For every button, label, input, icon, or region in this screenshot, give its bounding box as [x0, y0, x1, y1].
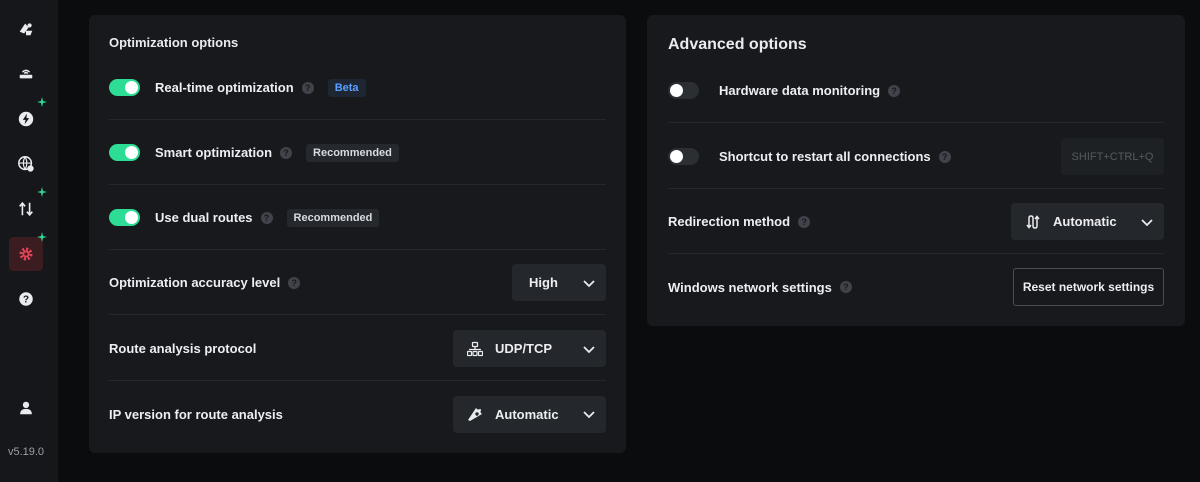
- hardware-monitoring-row: Hardware data monitoring ?: [668, 59, 1164, 123]
- swap-icon: [1026, 214, 1040, 229]
- user-icon: [20, 401, 32, 415]
- sidebar: ? v5.19.0: [0, 0, 58, 482]
- sidebar-item-help[interactable]: ?: [9, 282, 43, 316]
- smart-optimization-label: Smart optimization: [155, 145, 273, 160]
- recommended-badge: Recommended: [286, 208, 380, 227]
- optimization-options-panel: Optimization options Real-time optimizat…: [89, 15, 626, 453]
- chevron-down-icon: [1141, 218, 1153, 226]
- gear-icon: [19, 247, 33, 261]
- panel-title: Advanced options: [668, 36, 807, 53]
- help-icon[interactable]: ?: [301, 81, 314, 94]
- smart-optimization-row: Smart optimization ? Recommended: [109, 121, 606, 185]
- new-badge-icon: [37, 97, 47, 107]
- help-icon[interactable]: ?: [280, 146, 293, 159]
- dual-routes-row: Use dual routes ? Recommended: [109, 186, 606, 250]
- ip-version-label: IP version for route analysis: [109, 406, 283, 422]
- help-icon: ?: [19, 292, 33, 306]
- transfer-icon: [19, 201, 33, 217]
- sidebar-item-network[interactable]: [9, 147, 43, 181]
- dual-routes-label: Use dual routes: [155, 210, 253, 225]
- route-protocol-row: Route analysis protocol UDP/TCP: [109, 317, 606, 381]
- shortcut-keys-input[interactable]: SHIFT+CTRL+Q: [1061, 138, 1164, 175]
- redirection-method-value: Automatic: [1053, 214, 1117, 229]
- beta-badge: Beta: [327, 78, 366, 97]
- sidebar-item-transfer[interactable]: [9, 192, 43, 226]
- realtime-optimization-toggle[interactable]: [109, 79, 140, 96]
- realtime-optimization-row: Real-time optimization ? Beta: [109, 56, 606, 120]
- restart-shortcut-row: Shortcut to restart all connections ? SH…: [668, 125, 1164, 189]
- redirection-method-select[interactable]: Automatic: [1011, 203, 1164, 240]
- chevron-down-icon: [583, 345, 595, 353]
- accuracy-level-label: Optimization accuracy level: [109, 275, 281, 290]
- accuracy-level-row: Optimization accuracy level ? High: [109, 251, 606, 315]
- advanced-options-panel: Advanced options Hardware data monitorin…: [647, 15, 1185, 326]
- redirection-method-label: Redirection method: [668, 214, 791, 229]
- new-badge-icon: [37, 187, 47, 197]
- restart-shortcut-label: Shortcut to restart all connections: [719, 149, 931, 164]
- dual-routes-toggle[interactable]: [109, 209, 140, 226]
- accuracy-level-value: High: [529, 275, 558, 290]
- sidebar-item-router[interactable]: [9, 56, 43, 90]
- sidebar-item-settings[interactable]: [9, 237, 43, 271]
- help-icon[interactable]: ?: [938, 150, 951, 163]
- panel-title: Optimization options: [109, 35, 239, 50]
- restart-shortcut-toggle[interactable]: [668, 148, 699, 165]
- chevron-down-icon: [583, 411, 595, 419]
- redirection-method-row: Redirection method ? Automatic: [668, 190, 1164, 254]
- help-icon[interactable]: ?: [798, 215, 811, 228]
- realtime-optimization-label: Real-time optimization: [155, 80, 294, 95]
- network-settings-row: Windows network settings ? Reset network…: [668, 255, 1164, 319]
- sidebar-item-speed[interactable]: [9, 102, 43, 136]
- network-settings-label: Windows network settings: [668, 279, 832, 295]
- reset-network-button[interactable]: Reset network settings: [1013, 268, 1164, 306]
- help-icon[interactable]: ?: [260, 211, 273, 224]
- sidebar-item-account[interactable]: [9, 391, 43, 425]
- help-icon[interactable]: ?: [839, 281, 852, 293]
- ip-version-row: IP version for route analysis Automatic: [109, 382, 606, 446]
- new-badge-icon: [37, 232, 47, 242]
- rocket-icon: [19, 23, 33, 36]
- help-icon[interactable]: ?: [888, 84, 901, 97]
- route-protocol-label: Route analysis protocol: [109, 341, 257, 356]
- help-icon[interactable]: ?: [288, 276, 301, 289]
- router-icon: [19, 69, 33, 79]
- svg-text:?: ?: [23, 295, 29, 306]
- route-protocol-value: UDP/TCP: [495, 341, 553, 356]
- ip-version-value: Automatic: [495, 406, 559, 422]
- network-icon: [467, 341, 483, 356]
- auto-icon: [468, 408, 482, 421]
- hardware-monitoring-label: Hardware data monitoring: [719, 83, 881, 98]
- accuracy-level-select[interactable]: High: [512, 264, 606, 301]
- ip-version-select[interactable]: Automatic: [453, 395, 606, 433]
- chevron-down-icon: [583, 279, 595, 287]
- smart-optimization-toggle[interactable]: [109, 144, 140, 161]
- hardware-monitoring-toggle[interactable]: [668, 82, 699, 99]
- route-protocol-select[interactable]: UDP/TCP: [453, 330, 606, 367]
- app-version: v5.19.0: [7, 446, 45, 458]
- sidebar-item-boost[interactable]: [9, 12, 43, 46]
- recommended-badge: Recommended: [306, 143, 399, 162]
- globe-icon: [18, 156, 34, 172]
- lightning-icon: [18, 111, 34, 127]
